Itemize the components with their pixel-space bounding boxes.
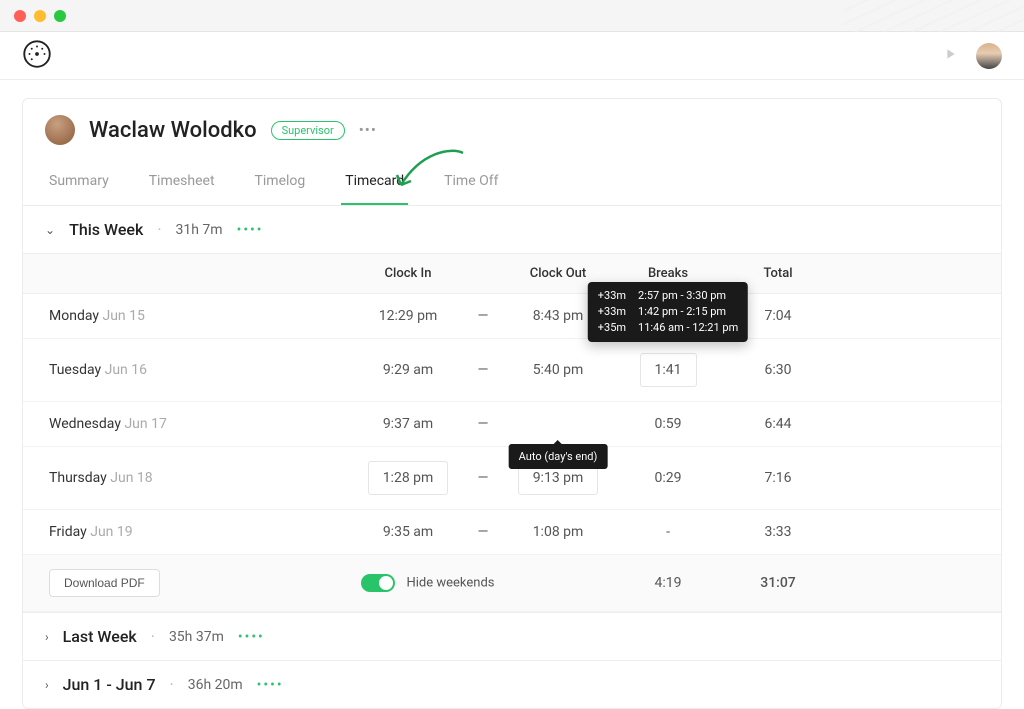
col-clock-in: Clock In [353, 254, 463, 294]
clock-in-cell[interactable]: 9:35 am [353, 510, 463, 555]
grand-total: 31:07 [723, 555, 833, 612]
activity-indicator: •••• [257, 677, 284, 693]
table-row: Friday Jun 19 9:35 am — 1:08 pm - 3:33 [23, 510, 1001, 555]
tab-summary[interactable]: Summary [45, 159, 113, 205]
clock-in-cell[interactable]: 12:29 pm [353, 294, 463, 339]
week-title: Jun 1 - Jun 7 [63, 675, 156, 694]
breaks-total: 4:19 [613, 555, 723, 612]
table-row: Tuesday Jun 16 9:29 am — 5:40 pm 1:41 6:… [23, 339, 1001, 402]
hide-weekends-label: Hide weekends [406, 576, 494, 591]
tab-timelog[interactable]: Timelog [251, 159, 310, 205]
breaks-cell[interactable]: 0:29 [613, 447, 723, 510]
hide-weekends-toggle[interactable] [361, 574, 395, 592]
tab-timecard[interactable]: Timecard [341, 159, 408, 205]
close-window[interactable] [14, 10, 26, 22]
clock-in-cell[interactable]: 1:28 pm [353, 447, 463, 510]
clock-out-cell[interactable]: 5:40 pm [503, 339, 613, 402]
role-badge: Supervisor [271, 121, 345, 140]
chevron-right-icon[interactable]: › [45, 630, 49, 644]
chevron-down-icon[interactable]: ⌄ [45, 223, 55, 237]
clock-out-cell[interactable]: 1:08 pm [503, 510, 613, 555]
breaks-cell[interactable]: +33m2:57 pm - 3:30 pm +33m1:42 pm - 2:15… [613, 294, 723, 339]
employee-name: Waclaw Wolodko [89, 118, 257, 143]
employee-avatar [45, 115, 75, 145]
breaks-cell[interactable]: - [613, 510, 723, 555]
activity-indicator: •••• [238, 629, 265, 645]
table-row: Wednesday Jun 17 9:37 am — Auto (day's e… [23, 402, 1001, 447]
separator: · [157, 220, 161, 239]
table-footer: Download PDF Hide weekends 4:19 31:07 [23, 555, 1001, 612]
minimize-window[interactable] [34, 10, 46, 22]
chevron-right-icon[interactable]: › [45, 678, 49, 692]
tab-timeoff[interactable]: Time Off [440, 159, 502, 205]
timecard-table: Clock In Clock Out Breaks Total Monday J… [23, 253, 1001, 612]
activity-indicator: •••• [237, 222, 264, 238]
total-cell: 7:16 [723, 447, 833, 510]
auto-popover: Auto (day's end) [509, 444, 608, 469]
week-3-section: › Jun 1 - Jun 7 · 36h 20m •••• [23, 660, 1001, 708]
week-title: Last Week [63, 627, 137, 646]
week-total: 31h 7m [176, 222, 223, 238]
maximize-window[interactable] [54, 10, 66, 22]
clock-in-cell[interactable]: 9:29 am [353, 339, 463, 402]
last-week-section: › Last Week · 35h 37m •••• [23, 612, 1001, 660]
app-logo[interactable] [22, 39, 52, 73]
tab-bar: Summary Timesheet Timelog Timecard Time … [23, 159, 1001, 206]
top-nav [0, 32, 1024, 80]
download-pdf-button[interactable]: Download PDF [49, 569, 160, 597]
total-cell: 6:44 [723, 402, 833, 447]
week-total: 36h 20m [188, 677, 243, 693]
clock-in-cell[interactable]: 9:37 am [353, 402, 463, 447]
week-title: This Week [69, 220, 143, 239]
breaks-cell[interactable]: 1:41 [613, 339, 723, 402]
timecard-panel: Waclaw Wolodko Supervisor ••• Summary Ti… [22, 98, 1002, 709]
clock-out-cell[interactable]: Auto (day's end) [503, 402, 613, 447]
window-chrome [0, 0, 1024, 32]
window-decoration [844, 0, 1024, 32]
breaks-popover: +33m2:57 pm - 3:30 pm +33m1:42 pm - 2:15… [588, 282, 748, 342]
notification-icon[interactable] [942, 46, 958, 66]
tab-timesheet[interactable]: Timesheet [145, 159, 219, 205]
total-cell: 6:30 [723, 339, 833, 402]
total-cell: 3:33 [723, 510, 833, 555]
table-row: Monday Jun 15 12:29 pm — 8:43 pm +33m2:5… [23, 294, 1001, 339]
week-total: 35h 37m [169, 629, 224, 645]
this-week-section: ⌄ This Week · 31h 7m •••• Clock In Clock… [23, 206, 1001, 612]
breaks-cell[interactable]: 0:59 [613, 402, 723, 447]
current-user-avatar[interactable] [976, 43, 1002, 69]
more-menu-icon[interactable]: ••• [359, 121, 377, 139]
